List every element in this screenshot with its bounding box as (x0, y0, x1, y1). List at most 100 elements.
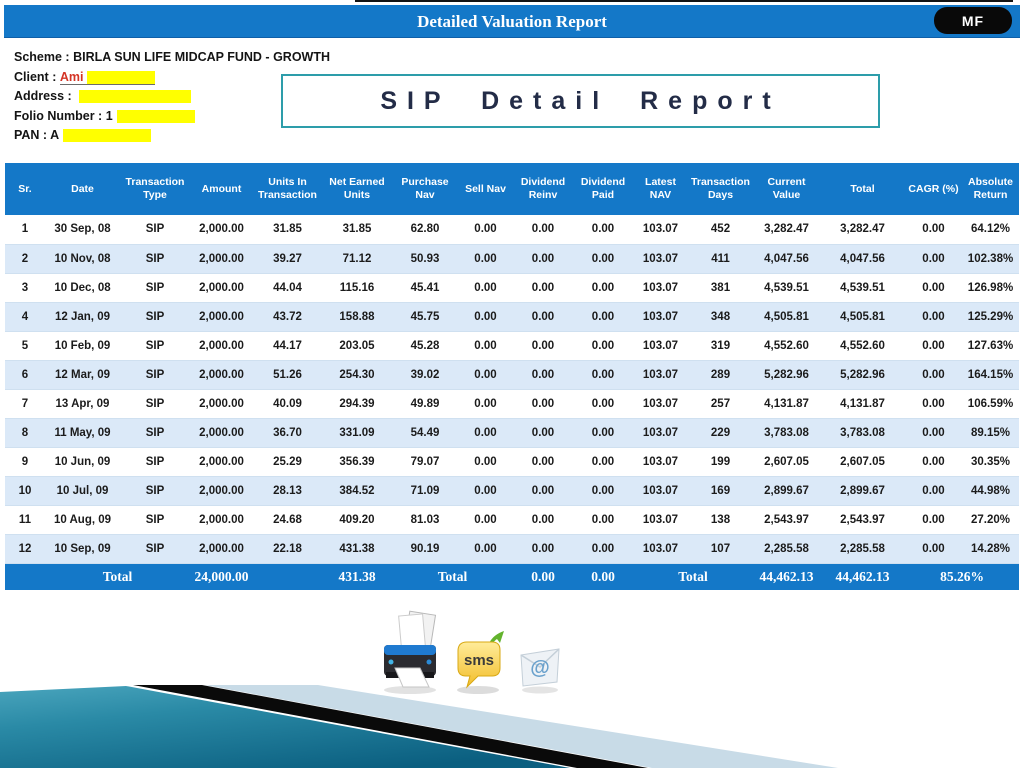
table-cell: 10 (18, 484, 32, 497)
table-cell: 0.00 (531, 542, 555, 555)
table-cell: 71.09 (410, 484, 440, 497)
pan-value: A (50, 128, 60, 142)
table-header-row: Sr. Date Transaction Type Amount Units In Tr… (5, 163, 1019, 215)
table-cell: 2,285.58 (764, 542, 809, 555)
table-cell: 3,282.47 (764, 223, 809, 236)
table-cell: 40.09 (273, 397, 302, 410)
table-cell: 10 Feb, 09 (54, 339, 111, 352)
table-cell: 31.85 (342, 223, 372, 236)
table-cell: 203.05 (339, 339, 375, 352)
table-cell: 103.07 (642, 513, 679, 526)
table-cell: 138 (710, 513, 731, 526)
table-cell: 103.07 (642, 426, 679, 439)
header-bar: Detailed Valuation Report MF (4, 5, 1020, 38)
table-cell: 10 Dec, 08 (54, 281, 111, 294)
table-cell: 4,539.51 (840, 281, 885, 294)
table-cell: 36.70 (273, 426, 302, 439)
address-label: Address : (14, 89, 72, 103)
table-cell: 102.38% (967, 252, 1014, 265)
table-cell: 2,285.58 (840, 542, 885, 555)
address-redaction (79, 90, 192, 104)
table-row: 6 12 Mar, 09 SIP 2,000.00 51.26 254.30 39.02 0.… (5, 360, 1019, 389)
table-cell: 2,000.00 (199, 310, 244, 323)
table-cell: 45.75 (410, 310, 440, 323)
table-cell: 0.00 (474, 223, 497, 236)
table-cell: 4,047.56 (764, 252, 809, 265)
table-cell: 25.29 (273, 455, 302, 468)
table-cell: 2,000.00 (199, 513, 244, 526)
table-cell: 5 (21, 339, 29, 352)
pan-line: PAN : A (14, 126, 330, 146)
column-header: Dividend Paid (580, 176, 626, 201)
table-cell: 0.00 (474, 368, 497, 381)
table-cell: 2,000.00 (199, 542, 244, 555)
column-header: Latest NAV (645, 176, 676, 201)
table-cell: 103.07 (642, 397, 679, 410)
table-cell: 64.12% (970, 223, 1010, 236)
table-cell: SIP (145, 252, 165, 265)
table-cell: 4,505.81 (764, 310, 809, 323)
pan-label: PAN : (14, 128, 48, 142)
table-cell: 4,047.56 (840, 252, 885, 265)
table-cell: 0.00 (591, 397, 615, 410)
column-header: Amount (201, 182, 242, 195)
table-cell: 319 (710, 339, 731, 352)
table-cell: 158.88 (339, 310, 375, 323)
table-cell: 164.15% (967, 368, 1014, 381)
table-row: 3 10 Dec, 08 SIP 2,000.00 44.04 115.16 45.41 0.… (5, 273, 1019, 302)
table-cell: 0.00 (531, 513, 555, 526)
total-cell-empty (253, 563, 322, 590)
table-row: 12 10 Sep, 09 SIP 2,000.00 22.18 431.38 90.19 0… (5, 534, 1019, 563)
report-page: Detailed Valuation Report MF Scheme : BI… (0, 0, 1024, 768)
table-cell: 0.00 (531, 252, 555, 265)
table-row: 11 10 Aug, 09 SIP 2,000.00 24.68 409.20 81.03 0… (5, 505, 1019, 534)
total-amount: 24,000.00 (194, 568, 249, 584)
table-cell: 294.39 (339, 397, 375, 410)
table-cell: 0.00 (922, 310, 945, 323)
table-cell: 10 Sep, 09 (54, 542, 111, 555)
table-cell: 2,000.00 (199, 368, 244, 381)
table-cell: 3,783.08 (764, 426, 809, 439)
table-cell: 31.85 (273, 223, 302, 236)
table-cell: 356.39 (339, 455, 375, 468)
client-value-wrap: Ami (59, 70, 156, 85)
table-cell: 0.00 (474, 281, 497, 294)
table-cell: 10 Aug, 09 (53, 513, 112, 526)
table-total-row: Total 24,000.00 431.38 Total 0.00 0.00 T… (5, 563, 1019, 590)
table-cell: 289 (710, 368, 731, 381)
table-row: 4 12 Jan, 09 SIP 2,000.00 43.72 158.88 45.75 0.… (5, 302, 1019, 331)
table-cell: 0.00 (591, 542, 615, 555)
client-value-link[interactable]: Ami (60, 70, 84, 84)
table-cell: 2,000.00 (199, 426, 244, 439)
table-cell: SIP (145, 426, 165, 439)
table-cell: SIP (145, 281, 165, 294)
table-row: 5 10 Feb, 09 SIP 2,000.00 44.17 203.05 45.28 0.… (5, 331, 1019, 360)
table-cell: 71.12 (342, 252, 372, 265)
scheme-value: BIRLA SUN LIFE MIDCAP FUND - GROWTH (73, 50, 331, 64)
table-cell: 229 (710, 426, 731, 439)
table-cell: 39.02 (410, 368, 440, 381)
table-cell: 81.03 (410, 513, 440, 526)
table-cell: 103.07 (642, 484, 679, 497)
table-cell: 0.00 (922, 281, 945, 294)
table-row: 8 11 May, 09 SIP 2,000.00 36.70 331.09 54.49 0.… (5, 418, 1019, 447)
table-cell: 0.00 (531, 281, 555, 294)
table-cell: 381 (710, 281, 731, 294)
table-cell: SIP (145, 310, 165, 323)
table-cell: 2,000.00 (199, 281, 244, 294)
table-cell: 0.00 (591, 426, 615, 439)
table-cell: 0.00 (922, 252, 945, 265)
table-cell: 28.13 (273, 484, 302, 497)
table-cell: 452 (710, 223, 731, 236)
table-cell: 106.59% (967, 397, 1014, 410)
scheme-label: Scheme : (14, 50, 70, 64)
table-cell: 0.00 (531, 223, 555, 236)
table-cell: 0.00 (922, 484, 945, 497)
table-cell: 0.00 (591, 252, 615, 265)
table-cell: 12 (18, 542, 32, 555)
table-cell: 4,131.87 (840, 397, 885, 410)
table-cell: SIP (145, 397, 165, 410)
table-cell: 126.98% (967, 281, 1014, 294)
column-header: Transaction Type (125, 176, 185, 201)
table-cell: 2,899.67 (840, 484, 885, 497)
